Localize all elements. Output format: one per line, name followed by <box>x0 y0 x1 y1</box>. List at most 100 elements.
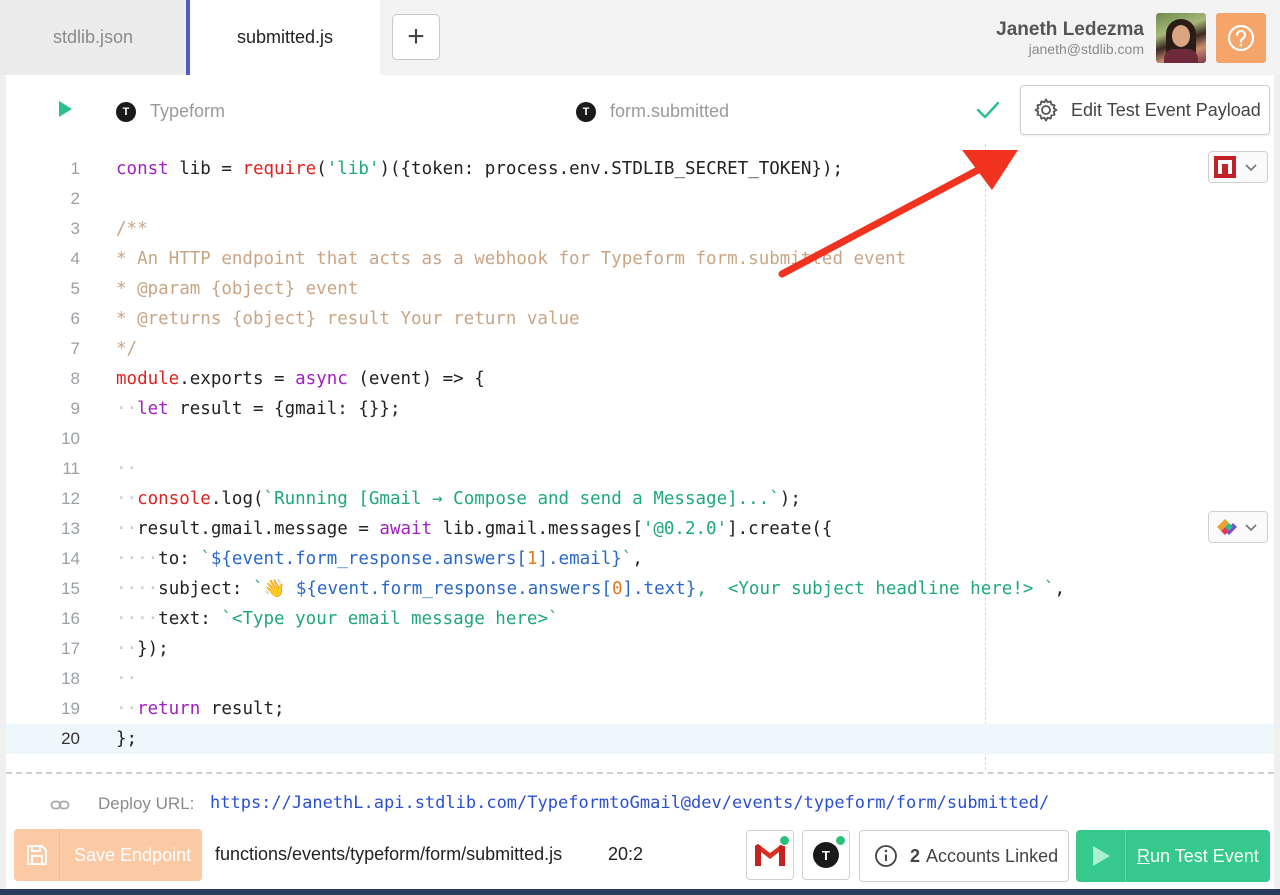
typeform-icon: T <box>813 842 839 868</box>
user-name: Janeth Ledezma <box>996 19 1144 40</box>
code-text: * An HTTP endpoint that acts as a webhoo… <box>116 249 907 269</box>
line-number: 15 <box>61 579 80 598</box>
line-number: 6 <box>70 309 80 328</box>
chevron-down-icon <box>1245 164 1257 172</box>
run-test-event-label: Run Test Event <box>1137 845 1259 866</box>
code-text: ····subject: `👋 ${event.form_response.an… <box>116 579 1066 599</box>
code-line[interactable]: 7 */ <box>6 334 1274 364</box>
gmail-account-button[interactable] <box>746 830 794 880</box>
run-test-event-button[interactable]: Run Test Event <box>1076 830 1270 882</box>
code-text: }; <box>116 729 138 749</box>
code-text: ····to: `${event.form_response.answers[1… <box>116 549 643 569</box>
code-text: * @param {object} event <box>116 279 359 299</box>
typeform-icon: T <box>576 101 596 122</box>
code-text: ··console.log(`Running [Gmail → Compose … <box>116 489 801 509</box>
code-text: /** <box>116 219 148 239</box>
line-number: 8 <box>70 369 80 388</box>
code-line[interactable]: 9 ··let result = {gmail: {}}; <box>6 394 1274 424</box>
code-text: module.exports = async (event) => { <box>116 369 485 389</box>
typeform-account-button[interactable]: T <box>802 830 850 880</box>
code-line[interactable]: 5 * @param {object} event <box>6 274 1274 304</box>
code-line[interactable]: 6 * @returns {object} result Your return … <box>6 304 1274 334</box>
line-number: 19 <box>61 699 80 718</box>
code-line[interactable]: 10 <box>6 424 1274 454</box>
stdlib-block-icon <box>1217 519 1237 535</box>
line-number: 16 <box>61 609 80 628</box>
user-email: janeth@stdlib.com <box>1028 41 1144 57</box>
code-line[interactable]: 11 ·· <box>6 454 1274 484</box>
top-bar: stdlib.json submitted.js + Janeth Ledezm… <box>0 0 1280 75</box>
service-typeform: T Typeform <box>116 101 225 122</box>
code-text: ··result.gmail.message = await lib.gmail… <box>116 519 833 539</box>
chevron-down-icon <box>1245 524 1257 532</box>
code-line[interactable]: 17 ··}); <box>6 634 1274 664</box>
help-icon <box>1227 24 1255 52</box>
deploy-url-link[interactable]: https://JanethL.api.stdlib.com/Typeformt… <box>210 793 1049 813</box>
deploy-url-row: Deploy URL: https://JanethL.api.stdlib.c… <box>6 790 1274 820</box>
cursor-position: 20:2 <box>608 844 644 864</box>
code-text: ··return result; <box>116 699 285 719</box>
info-icon <box>875 845 897 867</box>
npm-icon <box>1214 156 1236 178</box>
editor-header: T Typeform T form.submitted Edit Test Ev… <box>6 75 1274 145</box>
code-line[interactable]: 19 ··return result; <box>6 694 1274 724</box>
line-number: 17 <box>61 639 80 658</box>
service-label: Typeform <box>150 101 226 121</box>
tab-submitted-js[interactable]: submitted.js <box>186 0 380 75</box>
code-line[interactable]: 18 ·· <box>6 664 1274 694</box>
deploy-url-label: Deploy URL: <box>98 794 195 813</box>
code-line[interactable]: 2 <box>6 184 1274 214</box>
code-line[interactable]: 16 ····text: `<Type your email message he… <box>6 604 1274 634</box>
code-editor[interactable]: 1 const lib = require('lib')({token: proc… <box>6 144 1274 770</box>
line-number: 20 <box>61 729 80 748</box>
code-block-widget-gmail[interactable] <box>1208 511 1268 543</box>
line-number: 5 <box>70 279 80 298</box>
gear-icon <box>1034 98 1058 122</box>
check-icon <box>976 101 1000 119</box>
line-number: 13 <box>61 519 80 538</box>
window-bottom-edge <box>0 889 1280 895</box>
play-icon[interactable] <box>58 100 74 118</box>
line-number: 12 <box>61 489 80 508</box>
play-icon <box>1092 846 1110 866</box>
tab-stdlib-json[interactable]: stdlib.json <box>0 0 186 75</box>
help-button[interactable] <box>1216 13 1266 63</box>
add-tab-button[interactable]: + <box>392 14 440 60</box>
save-endpoint-button[interactable]: Save Endpoint <box>14 829 202 881</box>
plus-icon: + <box>407 20 425 53</box>
accounts-linked-button[interactable]: 2 Accounts Linked <box>859 830 1069 882</box>
line-number: 1 <box>70 159 80 178</box>
line-number: 10 <box>61 429 80 448</box>
code-text: ·· <box>116 669 138 689</box>
line-number: 2 <box>70 189 80 208</box>
code-line[interactable]: 13 ··result.gmail.message = await lib.gma… <box>6 514 1274 544</box>
code-text: const lib = require('lib')({token: proce… <box>116 159 844 179</box>
code-line[interactable]: 3 /** <box>6 214 1274 244</box>
save-endpoint-label: Save Endpoint <box>74 844 192 865</box>
accounts-label: Accounts Linked <box>926 845 1059 866</box>
code-line[interactable]: 20}; <box>6 724 1274 754</box>
file-path: functions/events/typeform/form/submitted… <box>215 844 563 864</box>
code-line[interactable]: 4 * An HTTP endpoint that acts as a webho… <box>6 244 1274 274</box>
save-icon <box>26 845 47 865</box>
avatar[interactable] <box>1156 13 1206 63</box>
event-label: form.submitted <box>610 101 730 121</box>
edit-test-event-payload-button[interactable]: Edit Test Event Payload <box>1020 85 1270 135</box>
code-line[interactable]: 12 ··console.log(`Running [Gmail → Compos… <box>6 484 1274 514</box>
code-line[interactable]: 8 module.exports = async (event) => { <box>6 364 1274 394</box>
link-icon <box>50 800 70 810</box>
code-text: */ <box>116 339 138 359</box>
tab-label: submitted.js <box>236 27 334 47</box>
code-block-widget-npm[interactable] <box>1208 151 1268 183</box>
code-text: ····text: `<Type your email message here… <box>116 609 559 629</box>
line-number: 18 <box>61 669 80 688</box>
code-line[interactable]: 15 ····subject: `👋 ${event.form_response.… <box>6 574 1274 604</box>
code-text: ·· <box>116 459 138 479</box>
line-number: 9 <box>70 399 80 418</box>
line-number: 14 <box>61 549 80 568</box>
code-line[interactable]: 14 ····to: `${event.form_response.answers… <box>6 544 1274 574</box>
divider <box>6 772 1274 774</box>
code-text: * @returns {object} result Your return v… <box>116 309 580 329</box>
accounts-count: 2 <box>910 845 921 866</box>
code-line[interactable]: 1 const lib = require('lib')({token: proc… <box>6 154 1274 184</box>
